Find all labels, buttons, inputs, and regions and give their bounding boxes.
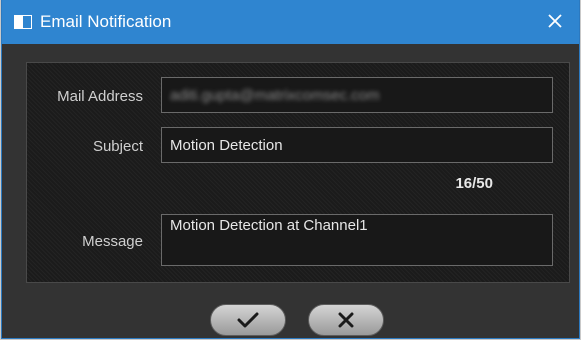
message-label: Message — [82, 233, 143, 250]
message-value: Motion Detection at Channel1 — [170, 217, 368, 234]
message-field[interactable]: Motion Detection at Channel1 — [161, 214, 553, 266]
checkmark-icon — [237, 312, 259, 328]
close-button[interactable] — [543, 9, 567, 33]
close-icon — [548, 14, 562, 28]
subject-field[interactable]: Motion Detection — [161, 127, 553, 163]
form-panel: Mail Address aditi.gupta@matrixcomsec.co… — [26, 62, 570, 283]
mail-address-value: aditi.gupta@matrixcomsec.com — [170, 86, 380, 104]
cancel-button[interactable] — [308, 304, 384, 336]
subject-char-counter: 16/50 — [455, 175, 493, 192]
mail-address-field[interactable]: aditi.gupta@matrixcomsec.com — [161, 77, 553, 113]
subject-label: Subject — [92, 138, 143, 155]
window-icon — [14, 15, 32, 29]
dialog-title: Email Notification — [40, 12, 172, 31]
x-icon — [338, 312, 354, 328]
email-notification-dialog: Email Notification Mail Address aditi.gu… — [1, 0, 580, 339]
ok-button[interactable] — [210, 304, 286, 336]
subject-value: Motion Detection — [170, 136, 283, 154]
mail-address-label: Mail Address — [57, 88, 143, 105]
title-bar: Email Notification — [2, 0, 579, 44]
